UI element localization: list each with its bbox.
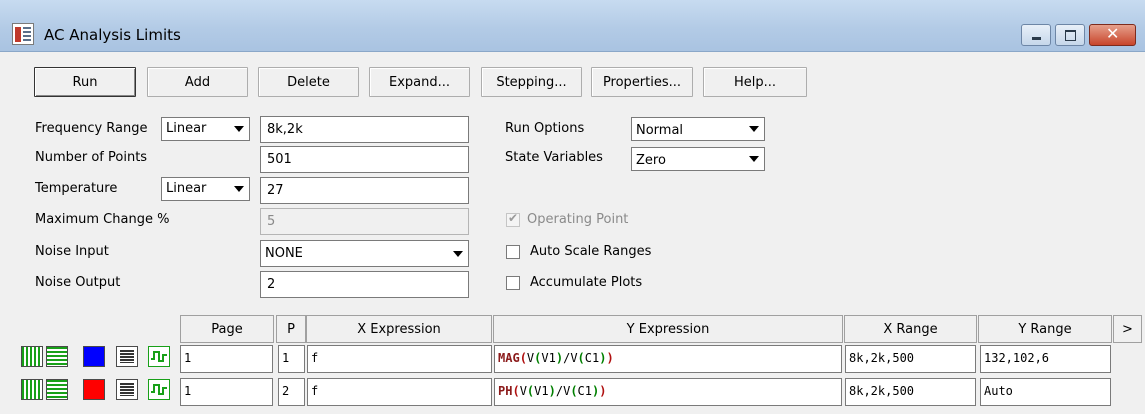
max-change-input: 5 (260, 208, 469, 235)
state-variables-label: State Variables (505, 150, 603, 165)
expression-operator: / (555, 384, 564, 398)
run-options-select[interactable]: Normal (631, 117, 765, 141)
row-2-p-cell[interactable]: 2 (278, 378, 305, 406)
expression-term: C1 (577, 384, 592, 398)
expression-paren: ) (599, 384, 607, 398)
expression-paren: ( (570, 384, 578, 398)
row-1-p-cell[interactable]: 1 (278, 345, 305, 373)
expression-paren: ) (555, 351, 564, 365)
scroll-columns-button[interactable]: > (1113, 315, 1142, 343)
run-options-label: Run Options (505, 121, 585, 136)
frequency-range-label: Frequency Range (35, 121, 148, 136)
expand-button[interactable]: Expand... (369, 67, 470, 97)
noise-input-select[interactable]: NONE (260, 240, 469, 267)
expression-paren: ) (548, 384, 556, 398)
column-header-x-range[interactable]: X Range (844, 315, 977, 343)
temperature-input[interactable]: 27 (260, 177, 469, 204)
maximize-icon (1065, 30, 1076, 41)
table-icon[interactable] (116, 379, 138, 400)
expression-paren: ( (519, 351, 527, 365)
row-2-color-swatch[interactable] (83, 379, 105, 400)
expression-paren: ) (606, 351, 614, 365)
row-1-x-expression-cell[interactable]: f (307, 345, 492, 373)
row-1-color-swatch[interactable] (83, 346, 105, 367)
expression-paren: ( (512, 384, 520, 398)
max-change-label: Maximum Change % (35, 212, 170, 227)
add-button[interactable]: Add (147, 67, 248, 97)
minimize-icon (1032, 37, 1041, 40)
expression-paren: ( (577, 351, 585, 365)
row-1-x-range-cell[interactable]: 8k,2k,500 (845, 345, 976, 373)
waveform-icon[interactable] (148, 346, 170, 367)
grid-rows-icon[interactable] (46, 379, 68, 400)
column-header-y-expression[interactable]: Y Expression (493, 315, 843, 343)
properties-button[interactable]: Properties... (591, 67, 693, 97)
temperature-mode-value: Linear (166, 181, 207, 196)
number-of-points-input[interactable]: 501 (260, 146, 469, 173)
chevron-down-icon[interactable] (448, 243, 468, 268)
close-button[interactable]: ✕ (1089, 24, 1136, 46)
chevron-down-icon[interactable] (744, 118, 764, 140)
window-title: AC Analysis Limits (44, 26, 181, 44)
noise-output-input[interactable]: 2 (260, 271, 469, 298)
column-header-p[interactable]: P (276, 315, 306, 343)
grid-columns-icon[interactable] (21, 346, 43, 367)
state-variables-value: Zero (636, 153, 666, 168)
frequency-range-mode-select[interactable]: Linear (161, 117, 250, 141)
run-button[interactable]: Run (34, 67, 136, 97)
waveform-icon[interactable] (148, 379, 170, 400)
accumulate-plots-checkbox[interactable] (506, 276, 520, 290)
row-2-x-range-cell[interactable]: 8k,2k,500 (845, 378, 976, 406)
stepping-button[interactable]: Stepping... (481, 67, 582, 97)
minimize-button[interactable] (1021, 24, 1051, 46)
frequency-range-mode-value: Linear (166, 121, 207, 136)
column-header-x-expression[interactable]: X Expression (306, 315, 492, 343)
column-header-page[interactable]: Page (180, 315, 274, 343)
run-options-value: Normal (636, 123, 684, 138)
row-2-x-expression-cell[interactable]: f (307, 378, 492, 406)
expression-term: V (570, 351, 578, 365)
delete-button[interactable]: Delete (258, 67, 359, 97)
frequency-range-input[interactable]: 8k,2k (260, 116, 469, 143)
table-icon[interactable] (116, 346, 138, 367)
grid-columns-icon[interactable] (21, 379, 43, 400)
number-of-points-label: Number of Points (35, 150, 148, 165)
column-header-y-range[interactable]: Y Range (978, 315, 1112, 343)
row-1-y-range-cell[interactable]: 132,102,6 (980, 345, 1111, 373)
noise-input-label: Noise Input (35, 244, 109, 259)
expression-term: V (519, 384, 527, 398)
chevron-down-icon[interactable] (744, 148, 764, 170)
chevron-down-icon[interactable] (229, 118, 249, 140)
accumulate-plots-label: Accumulate Plots (530, 275, 643, 290)
chevron-down-icon[interactable] (229, 178, 249, 200)
temperature-mode-select[interactable]: Linear (161, 177, 250, 201)
noise-output-label: Noise Output (35, 275, 121, 290)
row-1-page-cell[interactable]: 1 (180, 345, 273, 373)
title-bar[interactable]: AC Analysis Limits ✕ (0, 0, 1145, 52)
operating-point-label: Operating Point (527, 212, 629, 227)
operating-point-checkbox (506, 211, 520, 227)
app-icon[interactable] (12, 23, 34, 45)
row-2-page-cell[interactable]: 1 (180, 378, 273, 406)
row-1-y-expression-cell[interactable]: MAG(V(V1)/V(C1)) (494, 345, 842, 373)
row-2-y-range-cell[interactable]: Auto (980, 378, 1111, 406)
expression-term: C1 (584, 351, 600, 365)
expression-function: PH (498, 384, 513, 398)
maximize-button[interactable] (1055, 24, 1085, 46)
row-2-y-expression-cell[interactable]: PH(V(V1)/V(C1)) (494, 378, 842, 406)
noise-input-value: NONE (265, 246, 303, 261)
state-variables-select[interactable]: Zero (631, 147, 765, 171)
help-button[interactable]: Help... (703, 67, 807, 97)
grid-rows-icon[interactable] (46, 346, 68, 367)
auto-scale-checkbox[interactable] (506, 245, 520, 259)
close-icon: ✕ (1106, 24, 1120, 43)
expression-function: MAG (498, 351, 520, 365)
temperature-label: Temperature (35, 181, 118, 196)
expression-term: V1 (534, 384, 549, 398)
expression-term: V1 (541, 351, 556, 365)
auto-scale-label: Auto Scale Ranges (530, 244, 652, 259)
